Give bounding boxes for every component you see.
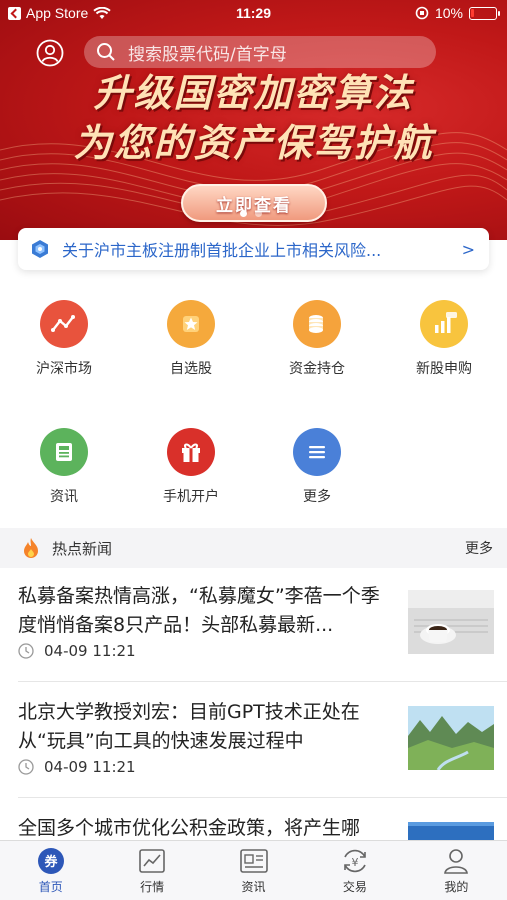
news-meta: 04-09 11:21 — [18, 642, 136, 660]
news-item[interactable]: 北京大学教授刘宏：目前GPT技术正处在从“玩具”向工具的快速发展过程中 04-0… — [18, 698, 496, 813]
news-thumbnail — [408, 822, 494, 840]
news-icon — [40, 428, 88, 476]
tab-home[interactable]: 券 首页 — [0, 841, 101, 900]
grid-item-market[interactable]: 沪深市场 — [9, 300, 119, 378]
grid-item-open-account[interactable]: 手机开户 — [136, 428, 246, 506]
banner-pager — [240, 210, 262, 217]
new-stock-icon — [420, 300, 468, 348]
svg-text:券: 券 — [43, 854, 58, 870]
pager-dot[interactable] — [240, 210, 247, 217]
banner-headline-1: 升级国密加密算法 — [93, 70, 414, 115]
yuan-exchange-icon: ¥ — [344, 849, 366, 873]
news-thumbnail — [408, 590, 494, 654]
battery-icon — [469, 6, 500, 20]
gift-icon — [167, 428, 215, 476]
tab-label: 我的 — [444, 880, 469, 894]
tab-profile[interactable]: 我的 — [406, 841, 507, 900]
news-item[interactable]: 私募备案热情高涨，“私募魔女”李蓓一个季度悄悄备案8只产品！头部私募最新... … — [18, 582, 496, 697]
clock-icon — [18, 759, 34, 775]
profile-icon — [444, 849, 469, 874]
tab-label: 交易 — [342, 880, 367, 894]
grid-label: 资金持仓 — [289, 361, 345, 377]
grid-label: 资讯 — [50, 489, 78, 505]
more-menu-icon — [293, 428, 341, 476]
tab-label: 资讯 — [241, 880, 266, 894]
grid-item-news[interactable]: 资讯 — [9, 428, 119, 506]
notice-text: 关于沪市主板注册制首批企业上市相关风险... — [62, 241, 382, 260]
notice-bar[interactable]: 关于沪市主板注册制首批企业上市相关风险... > — [18, 228, 489, 270]
banner-headline-2: 为您的资产保驾护航 — [73, 120, 434, 165]
flame-icon — [24, 538, 38, 558]
news-card-icon — [239, 849, 268, 873]
news-time: 04-09 11:21 — [44, 758, 136, 776]
news-thumbnail — [408, 706, 494, 770]
news-meta: 04-09 11:21 — [18, 758, 136, 776]
star-icon — [167, 300, 215, 348]
status-bar: App Store 11:29 10% — [0, 0, 507, 28]
search-icon — [97, 43, 115, 61]
grid-item-holdings[interactable]: 资金持仓 — [262, 300, 372, 378]
grid-item-more[interactable]: 更多 — [262, 428, 372, 506]
tab-label: 行情 — [140, 880, 165, 894]
grid-item-watchlist[interactable]: 自选股 — [136, 300, 246, 378]
coins-icon — [293, 300, 341, 348]
grid-label: 更多 — [303, 489, 331, 505]
orientation-lock-icon — [415, 6, 429, 20]
news-item[interactable]: 全国多个城市优化公积金政策，将产生哪 — [18, 814, 496, 840]
news-title: 全国多个城市优化公积金政策，将产生哪 — [18, 817, 361, 839]
hot-news-title: 热点新闻 — [52, 539, 113, 558]
hot-news-header: 热点新闻 更多 — [0, 528, 507, 568]
chart-icon — [139, 849, 165, 873]
divider — [18, 797, 507, 798]
home-badge-icon: 券 — [37, 848, 64, 874]
tab-news[interactable]: 资讯 — [203, 841, 304, 900]
grid-item-ipo[interactable]: 新股申购 — [389, 300, 499, 378]
grid-label: 新股申购 — [416, 361, 472, 377]
bottom-tab-bar: 券 首页 行情 资讯 ¥ 交易 我的 — [0, 840, 507, 900]
notice-chevron-icon: > — [461, 239, 475, 259]
tab-market[interactable]: 行情 — [101, 841, 202, 900]
news-title: 北京大学教授刘宏：目前GPT技术正处在从“玩具”向工具的快速发展过程中 — [18, 701, 360, 752]
notice-shield-icon — [32, 240, 48, 258]
battery-percent: 10% — [434, 5, 463, 21]
grid-label: 手机开户 — [163, 489, 219, 505]
grid-label: 沪深市场 — [36, 361, 92, 377]
divider — [18, 681, 507, 682]
market-trend-icon — [40, 300, 88, 348]
search-placeholder: 搜索股票代码/首字母 — [128, 44, 287, 65]
hot-news-more-link[interactable]: 更多 — [465, 538, 493, 558]
news-title: 私募备案热情高涨，“私募魔女”李蓓一个季度悄悄备案8只产品！头部私募最新... — [18, 585, 380, 636]
clock-icon — [18, 643, 34, 659]
promo-banner[interactable]: App Store 11:29 10% 搜索股票代码/首字母 升级国密加密算法 … — [0, 0, 507, 240]
news-time: 04-09 11:21 — [44, 642, 136, 660]
svg-text:¥: ¥ — [351, 856, 358, 869]
grid-label: 自选股 — [170, 361, 212, 377]
tab-label: 首页 — [38, 880, 63, 894]
tab-trade[interactable]: ¥ 交易 — [304, 841, 405, 900]
pager-dot[interactable] — [255, 210, 262, 217]
